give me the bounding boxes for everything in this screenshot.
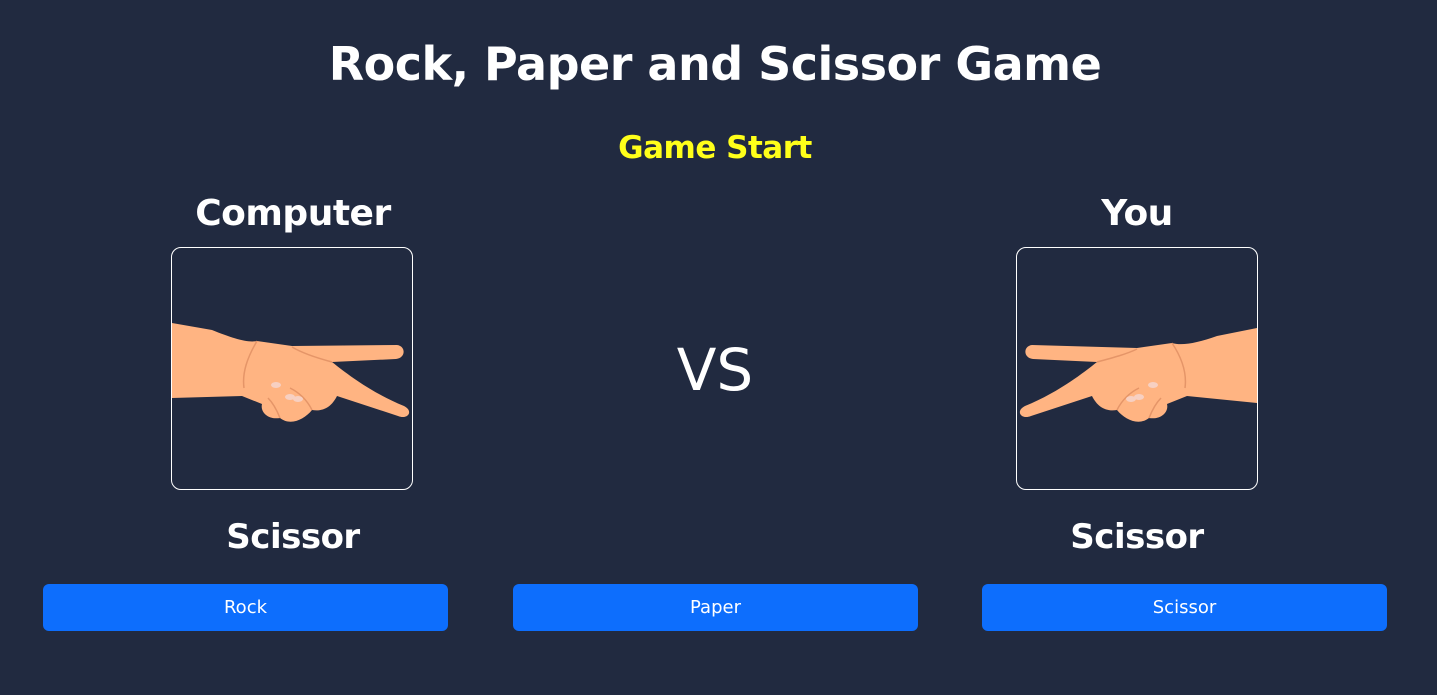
rock-button[interactable]: Rock: [43, 584, 448, 631]
computer-choice: Scissor: [226, 517, 360, 557]
player-hand: [1019, 328, 1257, 422]
paper-button[interactable]: Paper: [513, 584, 918, 631]
player-label: You: [1101, 193, 1173, 234]
player-hand-box: [1016, 247, 1258, 490]
vs-label: VS: [676, 336, 754, 404]
computer-hand-box: [171, 247, 413, 490]
computer-label: Computer: [195, 193, 391, 234]
player-choice: Scissor: [1070, 517, 1204, 557]
scissor-hand-icon: [1019, 328, 1257, 422]
scissor-button[interactable]: Scissor: [982, 584, 1387, 631]
game-status: Game Start: [618, 130, 812, 166]
page-title: Rock, Paper and Scissor Game: [328, 37, 1102, 91]
scissor-hand-icon: [172, 323, 410, 422]
computer-hand: [172, 323, 410, 422]
